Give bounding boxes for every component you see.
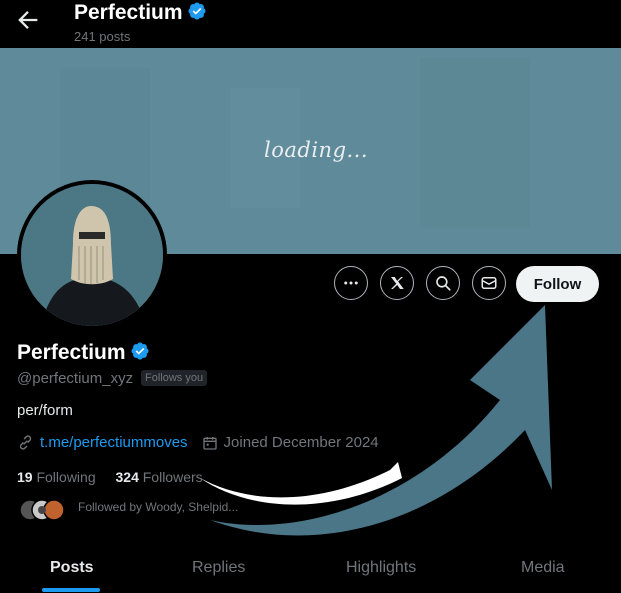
arrow-left-icon <box>18 11 38 29</box>
followers-link[interactable]: 324 Followers <box>116 469 203 485</box>
more-button[interactable] <box>334 266 368 300</box>
profile-meta: t.me/perfectiummoves Joined December 202… <box>17 434 379 451</box>
profile-handle: @perfectium_xyz <box>17 370 134 387</box>
avatar-image <box>21 184 163 326</box>
message-button[interactable] <box>472 266 506 300</box>
header-title-text: Perfectium <box>74 1 183 24</box>
follows-you-badge: Follows you <box>141 370 208 386</box>
profile-link[interactable]: t.me/perfectiummoves <box>40 434 188 451</box>
calendar-icon <box>202 436 217 450</box>
following-label: Following <box>36 469 96 485</box>
tab-media[interactable]: Media <box>521 559 565 577</box>
profile-name-text: Perfectium <box>17 341 126 364</box>
profile-avatar[interactable] <box>17 180 167 330</box>
search-button[interactable] <box>426 266 460 300</box>
banner-loading-text: loading... <box>264 138 369 162</box>
verified-badge-icon <box>131 342 149 360</box>
tab-posts[interactable]: Posts <box>50 559 94 577</box>
link-icon <box>19 435 32 450</box>
more-icon <box>344 281 358 285</box>
follow-counts: 19 Following 324 Followers <box>17 469 203 485</box>
x-logo-icon <box>391 277 404 289</box>
followed-by-text[interactable]: Followed by Woody, Shelpid... <box>78 500 238 514</box>
verified-badge-icon <box>188 2 206 20</box>
profile-name: Perfectium <box>17 341 150 365</box>
header-title: Perfectium <box>74 1 207 25</box>
envelope-icon <box>481 277 497 289</box>
back-button[interactable] <box>14 6 42 34</box>
tab-highlights[interactable]: Highlights <box>346 559 416 577</box>
x-button[interactable] <box>380 266 414 300</box>
following-count: 19 <box>17 469 33 485</box>
profile-bio: per/form <box>17 402 73 419</box>
follow-button[interactable]: Follow <box>516 266 599 302</box>
post-count: 241 posts <box>74 29 131 44</box>
followed-by-avatars[interactable] <box>19 498 67 522</box>
followers-label: Followers <box>142 469 203 485</box>
following-link[interactable]: 19 Following <box>17 469 96 485</box>
joined-date: Joined December 2024 <box>223 434 379 451</box>
active-tab-indicator <box>42 588 100 592</box>
search-icon <box>436 276 451 291</box>
followers-count: 324 <box>115 469 139 485</box>
blue-pointer-arrow <box>210 305 552 536</box>
tab-replies[interactable]: Replies <box>192 559 245 577</box>
white-swoosh-arrow <box>200 462 402 505</box>
